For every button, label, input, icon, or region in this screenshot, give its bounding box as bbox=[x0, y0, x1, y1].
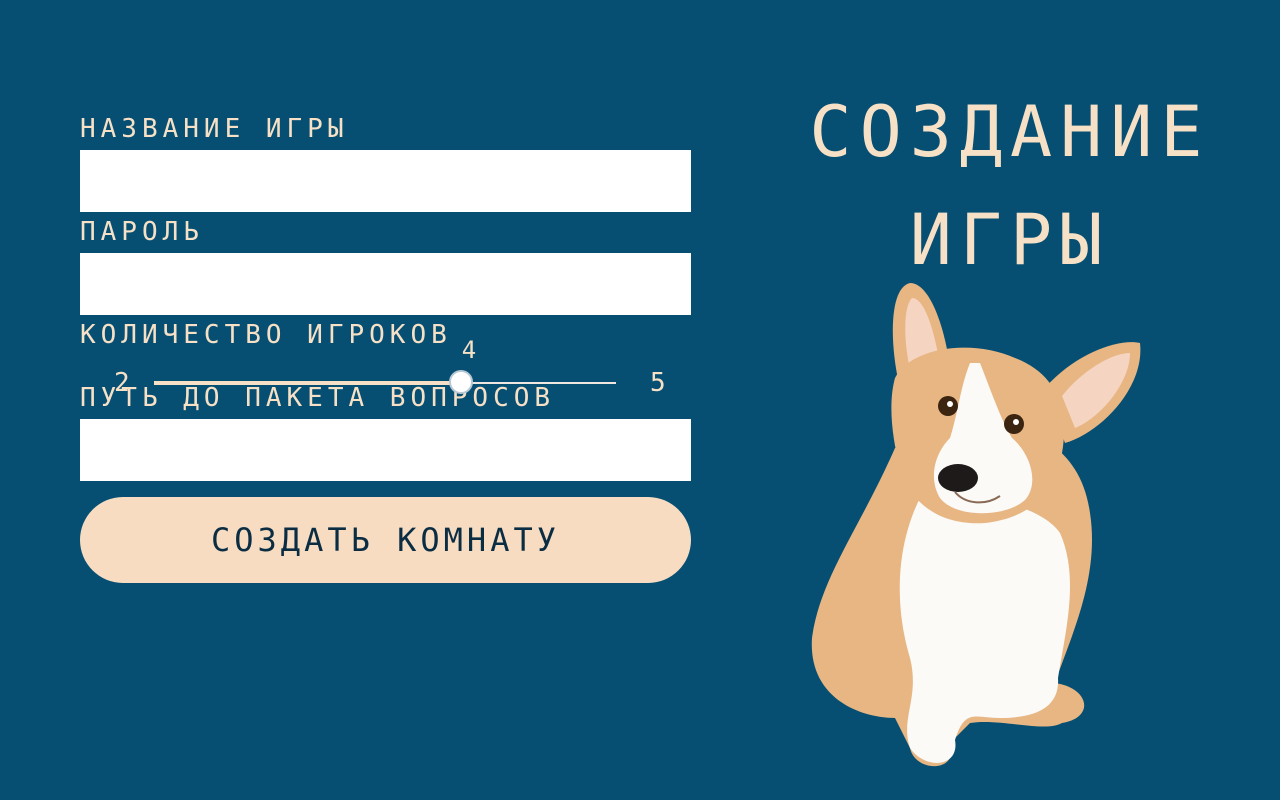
page-title: СОЗДАНИЕ ИГРЫ bbox=[780, 78, 1240, 294]
password-input[interactable] bbox=[80, 253, 691, 315]
password-label: ПАРОЛЬ bbox=[80, 217, 204, 247]
game-name-label: НАЗВАНИЕ ИГРЫ bbox=[80, 114, 349, 144]
slider-max-value: 5 bbox=[650, 368, 666, 398]
create-game-form: НАЗВАНИЕ ИГРЫ ПАРОЛЬ КОЛИЧЕСТВО ИГРОКОВ … bbox=[80, 112, 691, 583]
slider-track[interactable] bbox=[154, 370, 616, 394]
slider-current-value: 4 bbox=[461, 336, 477, 364]
create-room-button[interactable]: СОЗДАТЬ КОМНАТУ bbox=[80, 497, 691, 583]
slider-fill bbox=[154, 381, 462, 385]
players-count-slider[interactable]: 4 2 5 bbox=[80, 318, 691, 461]
corgi-dog-illustration bbox=[811, 283, 1141, 767]
slider-thumb[interactable] bbox=[448, 370, 473, 394]
slider-min-value: 2 bbox=[114, 368, 130, 398]
page-title-line-1: СОЗДАНИЕ bbox=[809, 91, 1211, 173]
game-name-input[interactable] bbox=[80, 150, 691, 212]
